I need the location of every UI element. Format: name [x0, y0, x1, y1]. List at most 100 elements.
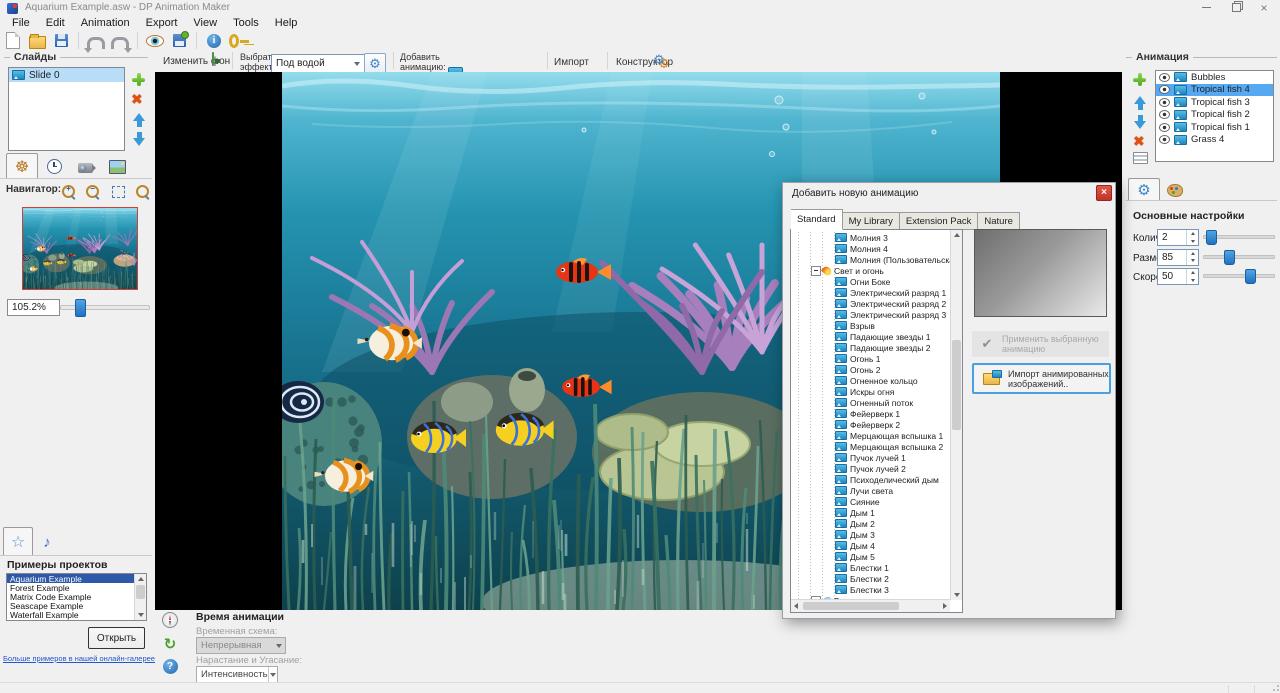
delete-layer-button[interactable] [1133, 133, 1145, 150]
tree-item[interactable]: Огненный поток [791, 397, 950, 408]
dialog-title[interactable]: Добавить новую анимацию [792, 188, 918, 199]
zoom-out-button[interactable]: − [86, 185, 99, 198]
tree-item[interactable]: Блестки 1 [791, 562, 950, 573]
fade-dropdown[interactable]: Интенсивность [196, 666, 278, 683]
tree-item[interactable]: Огни Боке [791, 276, 950, 287]
redo-button[interactable] [111, 32, 129, 50]
slide-item[interactable]: Slide 0 [9, 68, 124, 82]
layer-item[interactable]: Bubbles [1156, 71, 1273, 84]
layer-item[interactable]: Tropical fish 3 [1156, 96, 1273, 109]
dialog-tab[interactable]: Nature [978, 212, 1020, 230]
tab-camera[interactable] [70, 155, 100, 178]
animation-tree[interactable]: Молния 3 Молния 4 Молния (Пользовате [790, 229, 963, 613]
tree-item[interactable]: Фейерверк 2 [791, 419, 950, 430]
tree-item[interactable]: Огонь 1 [791, 353, 950, 364]
zoom-slider-handle[interactable] [75, 299, 86, 317]
visibility-eye-icon[interactable] [1159, 135, 1170, 144]
setting-slider[interactable] [1203, 235, 1275, 239]
tree-item[interactable]: Дым 3 [791, 529, 950, 540]
spin-arrows[interactable] [1186, 269, 1198, 284]
examples-list[interactable]: Aquarium Example Forest Example Matrix C… [6, 573, 147, 621]
minimize-button[interactable] [1192, 0, 1220, 15]
preview-button[interactable] [146, 32, 164, 50]
menu-item[interactable]: Help [267, 17, 306, 29]
delete-slide-button[interactable] [131, 91, 143, 108]
scroll-thumb[interactable] [952, 340, 961, 430]
layer-item[interactable]: Tropical fish 1 [1156, 121, 1273, 134]
visibility-eye-icon[interactable] [1159, 85, 1170, 94]
tab-examples[interactable] [3, 527, 33, 556]
tree-item[interactable]: Свет и огонь [791, 265, 950, 276]
scroll-up-icon[interactable] [951, 230, 962, 240]
move-layer-down-button[interactable] [1134, 121, 1146, 129]
fit-view-button[interactable] [112, 186, 125, 198]
animation-layers-list[interactable]: Bubbles Tropical fish 4 Tropical fish 3 … [1155, 70, 1274, 162]
menu-item[interactable]: Tools [225, 17, 267, 29]
scroll-down-icon[interactable] [135, 610, 146, 620]
zoom-value-field[interactable]: 105.2% [7, 299, 60, 316]
online-gallery-link[interactable]: Больше примеров в нашей онлайн-галерее [3, 654, 155, 663]
import-button[interactable]: Импорт [554, 57, 589, 68]
menu-item[interactable]: Export [138, 17, 186, 29]
scroll-up-icon[interactable] [135, 574, 146, 584]
import-images-button[interactable]: Импорт анимированныхизображений.. [972, 363, 1111, 394]
open-button[interactable] [28, 32, 46, 50]
tree-item[interactable]: Сияние [791, 496, 950, 507]
tab-music[interactable] [34, 529, 60, 555]
tree-item[interactable]: Падающие звезды 2 [791, 342, 950, 353]
tree-item[interactable]: Мерцающая вспышка 2 [791, 441, 950, 452]
setting-spinbox[interactable]: 50 [1157, 268, 1199, 285]
undo-button[interactable] [87, 32, 105, 50]
tree-vscrollbar[interactable] [950, 230, 962, 600]
tree-item[interactable]: Молния 3 [791, 232, 950, 243]
zoom-in-button[interactable]: + [62, 185, 75, 198]
tree-item[interactable]: Падающие звезды 1 [791, 331, 950, 342]
tab-timing[interactable] [40, 155, 68, 178]
move-slide-up-button[interactable] [133, 113, 145, 121]
tree-expander-icon[interactable] [811, 266, 821, 276]
info-button[interactable] [205, 32, 223, 50]
add-animation-button[interactable] [1133, 73, 1146, 86]
setting-slider-handle[interactable] [1224, 250, 1235, 265]
add-slide-button[interactable] [132, 73, 145, 86]
dialog-tab[interactable]: Standard [791, 209, 843, 230]
menu-item[interactable]: Edit [38, 17, 73, 29]
tab-image[interactable] [102, 155, 132, 178]
tree-item[interactable]: Лучи света [791, 485, 950, 496]
change-background-button[interactable]: Изменить фон [163, 56, 230, 67]
navigator-thumbnail[interactable] [22, 207, 138, 290]
tree-item[interactable]: Дым 4 [791, 540, 950, 551]
tree-item[interactable]: Искры огня [791, 386, 950, 397]
move-slide-down-button[interactable] [133, 138, 145, 146]
layer-item[interactable]: Tropical fish 2 [1156, 109, 1273, 122]
resize-grip[interactable] [1271, 685, 1279, 693]
setting-slider[interactable] [1203, 255, 1275, 259]
setting-spinbox[interactable]: 85 [1157, 249, 1199, 266]
layer-item[interactable]: Grass 4 [1156, 134, 1273, 147]
tree-item[interactable]: Пучок лучей 1 [791, 452, 950, 463]
tree-item[interactable]: Электрический разряд 3 [791, 309, 950, 320]
zoom-slider[interactable] [60, 305, 150, 310]
tree-item[interactable]: Дым 2 [791, 518, 950, 529]
tree-hscrollbar[interactable] [791, 599, 950, 612]
visibility-eye-icon[interactable] [1159, 98, 1170, 107]
effect-dropdown[interactable]: Под водой [271, 54, 365, 73]
export-video-button[interactable] [170, 32, 188, 50]
constructor-icon[interactable] [652, 53, 666, 67]
scroll-left-icon[interactable] [791, 601, 801, 611]
tree-item[interactable]: Дым 5 [791, 551, 950, 562]
scroll-thumb[interactable] [136, 585, 145, 599]
tree-item[interactable]: Фейерверк 1 [791, 408, 950, 419]
tree-item[interactable]: Мерцающая вспышка 1 [791, 430, 950, 441]
scroll-thumb[interactable] [803, 602, 899, 610]
tree-item[interactable]: Молния 4 [791, 243, 950, 254]
setting-spinbox[interactable]: 2 [1157, 229, 1199, 246]
visibility-eye-icon[interactable] [1159, 110, 1170, 119]
layer-item[interactable]: Tropical fish 4 [1156, 84, 1273, 97]
help-button[interactable] [162, 658, 178, 674]
setting-slider[interactable] [1203, 274, 1275, 278]
tree-item[interactable]: Блестки 3 [791, 584, 950, 595]
tree-item[interactable]: Электрический разряд 1 [791, 287, 950, 298]
visibility-eye-icon[interactable] [1159, 123, 1170, 132]
tab-layer-colors[interactable] [1161, 180, 1188, 200]
